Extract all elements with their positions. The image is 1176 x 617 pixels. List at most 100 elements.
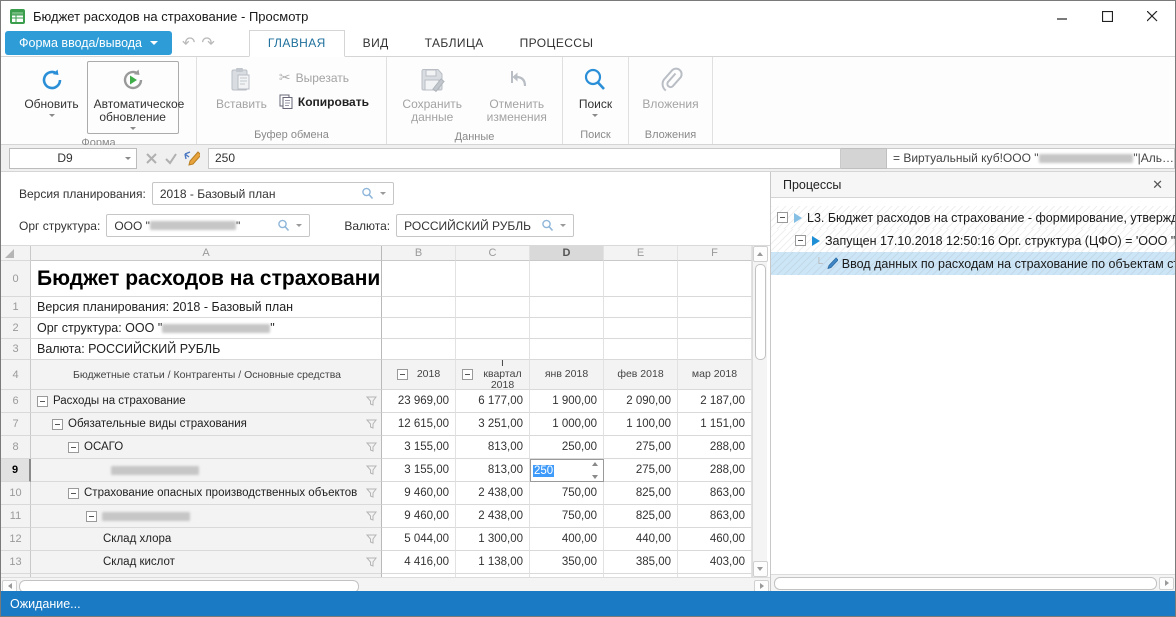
row-number[interactable]: 11 [1,505,31,528]
cell[interactable] [382,297,456,318]
value-spinner[interactable] [589,462,601,479]
cell[interactable] [456,339,530,360]
undo-icon[interactable]: ↶ [182,33,195,53]
cell[interactable] [456,261,530,297]
close-icon[interactable]: ✕ [1148,177,1167,193]
confirm-entry-icon[interactable] [164,152,178,165]
cell[interactable]: 288,00 [678,436,752,459]
cell[interactable] [456,297,530,318]
cell[interactable]: 1 100,00 [604,413,678,436]
filter-icon[interactable] [366,396,377,406]
cell[interactable]: 825,00 [604,482,678,505]
cell[interactable]: 275,00 [604,436,678,459]
maximize-button[interactable] [1085,1,1130,31]
cell[interactable]: 250,00 [530,436,604,459]
cell[interactable]: 1 151,00 [678,413,752,436]
period-header-q1[interactable]: I квартал 2018 [456,360,530,390]
category-cell[interactable]: Обязательные виды страхования [31,413,382,436]
cell[interactable]: 813,00 [456,459,530,482]
collapse-icon[interactable] [462,369,473,380]
save-data-button[interactable]: Сохранить данные [391,61,474,128]
cell[interactable] [604,318,678,339]
cell[interactable]: 288,00 [678,459,752,482]
filter-icon[interactable] [366,534,377,544]
tab-main[interactable]: ГЛАВНАЯ [249,30,345,57]
info-cell[interactable]: Орг структура: ООО " " [31,318,382,339]
tab-processes[interactable]: ПРОЦЕССЫ [502,31,612,56]
close-button[interactable] [1130,1,1175,31]
cancel-entry-icon[interactable] [145,152,158,165]
collapse-icon[interactable] [52,419,63,430]
column-header-a[interactable]: A [31,246,382,261]
cell[interactable]: 6 177,00 [456,390,530,413]
cell[interactable] [382,318,456,339]
cell[interactable]: 403,00 [678,551,752,574]
row-number[interactable]: 1 [1,297,31,318]
filter-icon[interactable] [366,442,377,452]
cell[interactable] [530,261,604,297]
cell[interactable]: 385,00 [604,551,678,574]
cell[interactable]: 3 155,00 [382,459,456,482]
tab-table[interactable]: ТАБЛИЦА [407,31,502,56]
category-cell[interactable] [31,505,382,528]
cell[interactable]: 460,00 [678,528,752,551]
row-number[interactable]: 7 [1,413,31,436]
cell[interactable]: 1 300,00 [456,528,530,551]
column-header-d[interactable]: D [530,246,604,261]
info-cell[interactable]: Версия планирования: 2018 - Базовый план [31,297,382,318]
scroll-up-button[interactable] [753,246,768,262]
process-tree-item[interactable]: L3. Бюджет расходов на страхование - фор… [771,206,1175,229]
collapse-icon[interactable] [68,442,79,453]
cell[interactable]: 813,00 [456,436,530,459]
cell[interactable]: 2 438,00 [456,505,530,528]
cell[interactable]: 750,00 [530,482,604,505]
collapse-icon[interactable] [37,396,48,407]
cell[interactable] [678,318,752,339]
row-number[interactable]: 3 [1,339,31,360]
formula-input[interactable]: 250 [208,148,841,169]
vertical-scroll-thumb[interactable] [755,264,766,360]
horizontal-scroll-thumb[interactable] [774,577,1157,590]
column-header-c[interactable]: C [456,246,530,261]
collapse-icon[interactable] [86,511,97,522]
cell[interactable]: 3 251,00 [456,413,530,436]
version-select[interactable]: 2018 - Базовый план [152,182,394,205]
info-cell[interactable]: Валюта: РОССИЙСКИЙ РУБЛЬ [31,339,382,360]
processes-horizontal-scrollbar[interactable] [771,574,1175,591]
process-tree-item[interactable]: Запущен 17.10.2018 12:50:16 Орг. структу… [771,229,1175,252]
cell[interactable]: 1 138,00 [456,551,530,574]
edit-formula-icon[interactable] [184,151,200,166]
period-header-jan[interactable]: янв 2018 [530,360,604,390]
attachments-button[interactable]: Вложения [636,61,704,115]
cell[interactable]: 400,00 [530,528,604,551]
filter-icon[interactable] [366,511,377,521]
cell[interactable]: 863,00 [678,482,752,505]
cell[interactable] [604,261,678,297]
filter-icon[interactable] [366,465,377,475]
column-header-e[interactable]: E [604,246,678,261]
cell[interactable]: 1 000,00 [530,413,604,436]
tab-view[interactable]: ВИД [345,31,407,56]
cell[interactable] [456,318,530,339]
category-cell[interactable]: Расходы на страхование [31,390,382,413]
cell-reference-box[interactable]: D9 [9,148,137,169]
row-number[interactable]: 8 [1,436,31,459]
row-number[interactable]: 13 [1,551,31,574]
cell[interactable] [530,297,604,318]
search-icon[interactable] [361,187,374,200]
cell[interactable]: 2 187,00 [678,390,752,413]
redo-icon[interactable]: ↷ [201,33,214,53]
scroll-right-button[interactable] [1159,577,1174,590]
row-number[interactable]: 0 [1,261,31,297]
cell[interactable]: 3 155,00 [382,436,456,459]
search-icon[interactable] [277,219,290,232]
sheet-title-cell[interactable]: Бюджет расходов на страхование [31,261,382,297]
column-header-f[interactable]: F [678,246,752,261]
collapse-icon[interactable] [777,212,788,223]
cell[interactable]: 2 438,00 [456,482,530,505]
row-number[interactable]: 4 [1,360,31,390]
column-header-b[interactable]: B [382,246,456,261]
cell[interactable]: 1 900,00 [530,390,604,413]
cell[interactable]: 350,00 [530,551,604,574]
copy-button[interactable]: Копировать [275,92,373,111]
